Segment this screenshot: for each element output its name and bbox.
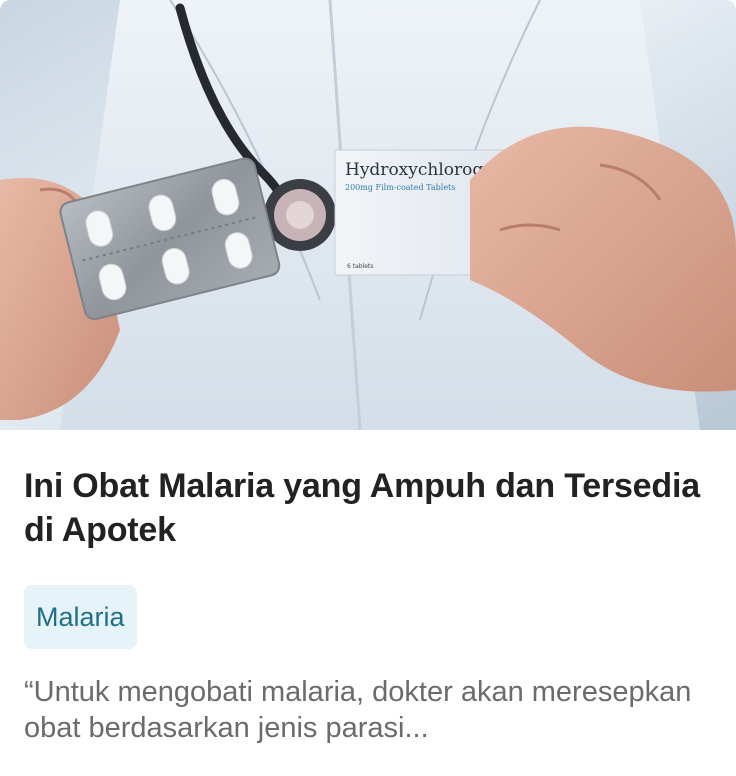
article-card[interactable]: Hydroxychloroquine 200mg Film-coated Tab… [0, 0, 736, 776]
box-count-text: 6 tablets [347, 263, 373, 270]
article-content: Ini Obat Malaria yang Ampuh dan Tersedia… [24, 430, 714, 746]
article-excerpt: “Untuk mengobati malaria, dokter akan me… [24, 676, 692, 744]
box-sub-text: 200mg Film-coated Tablets [345, 183, 455, 192]
hero-illustration: Hydroxychloroquine 200mg Film-coated Tab… [0, 0, 736, 430]
article-title[interactable]: Ini Obat Malaria yang Ampuh dan Tersedia… [24, 464, 714, 552]
article-image[interactable]: Hydroxychloroquine 200mg Film-coated Tab… [0, 0, 736, 430]
category-tag[interactable]: Malaria [24, 585, 137, 649]
